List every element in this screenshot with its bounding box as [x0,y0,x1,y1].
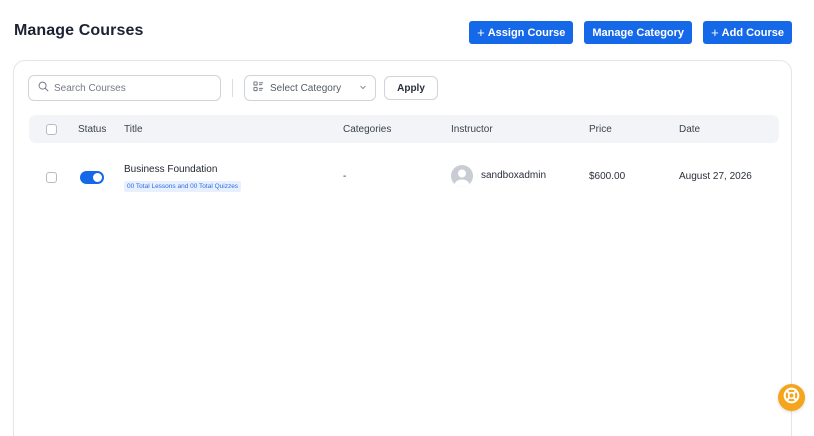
search-box[interactable] [28,75,221,101]
add-course-label: Add Course [721,26,784,39]
page-title: Manage Courses [14,22,144,39]
toolbar-divider [232,79,233,97]
category-select[interactable]: Select Category [244,75,376,101]
chevron-down-icon [359,83,367,94]
assign-course-label: Assign Course [487,26,566,39]
category-list-icon [253,81,264,95]
column-title: Title [124,124,143,135]
plus-icon: + [711,25,719,40]
user-avatar-icon [451,165,473,187]
column-categories: Categories [343,124,392,135]
filter-toolbar: Select Category Apply [28,75,438,101]
instructor-name: sandboxadmin [481,170,547,181]
select-all-checkbox[interactable] [46,124,57,135]
course-date: August 27, 2026 [679,171,752,182]
courses-panel: Select Category Apply Status Title Categ… [13,60,792,436]
help-button[interactable] [778,384,805,411]
column-instructor: Instructor [451,124,493,135]
course-price: $600.00 [589,171,626,182]
assign-course-button[interactable]: + Assign Course [469,21,574,44]
manage-category-label: Manage Category [592,26,685,39]
apply-button[interactable]: Apply [384,76,438,100]
lessons-quizzes-badge: 00 Total Lessons and 00 Total Quizzes [124,181,242,192]
search-icon [38,79,49,97]
status-toggle[interactable] [80,171,104,184]
table-header: Status Title Categories Instructor Price… [29,115,779,143]
course-title-link[interactable]: Business Foundation [124,164,217,175]
plus-icon: + [477,25,485,40]
manage-category-button[interactable]: Manage Category [584,21,693,44]
search-input[interactable] [54,82,214,94]
column-price: Price [589,124,612,135]
column-status: Status [78,124,107,135]
column-date: Date [679,124,701,135]
row-checkbox[interactable] [46,172,57,183]
add-course-button[interactable]: + Add Course [703,21,792,44]
category-select-value: Select Category [270,82,342,94]
lifebuoy-icon [783,387,800,409]
header-actions: + Assign Course Manage Category + Add Co… [469,21,792,44]
course-categories: - [343,171,347,182]
table-row: Business Foundation 00 Total Lessons and… [29,157,779,199]
